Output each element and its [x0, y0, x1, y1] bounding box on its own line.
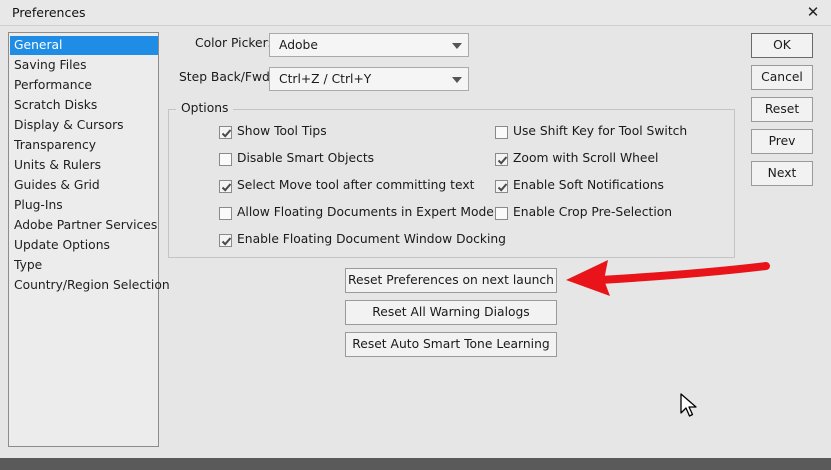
checkbox-label: Enable Crop Pre-Selection [513, 205, 673, 219]
reset-preferences-button[interactable]: Reset Preferences on next launch [345, 268, 557, 293]
sidebar-item-scratch-disks[interactable]: Scratch Disks [10, 96, 158, 115]
step-back-label: Step Back/Fwd: [179, 70, 274, 84]
preferences-dialog: Preferences ✕ General Saving Files Perfo… [0, 0, 831, 458]
mouse-pointer-icon [680, 393, 697, 417]
next-button[interactable]: Next [751, 161, 813, 186]
sidebar-item-transparency[interactable]: Transparency [10, 136, 158, 155]
category-list: General Saving Files Performance Scratch… [8, 32, 170, 447]
checkbox-box[interactable] [219, 234, 232, 247]
chevron-down-icon [452, 43, 462, 49]
chevron-down-icon [452, 77, 462, 83]
checkmark-icon [497, 156, 508, 165]
checkmark-icon [221, 237, 232, 246]
color-picker-label: Color Picker: [195, 36, 272, 50]
checkbox-label: Disable Smart Objects [237, 151, 375, 165]
checkbox-box[interactable] [219, 126, 232, 139]
checkbox-box[interactable] [495, 207, 508, 220]
color-picker-value: Adobe [279, 38, 318, 52]
checkbox-box[interactable] [219, 207, 232, 220]
checkbox-box[interactable] [219, 180, 232, 193]
checkbox-box[interactable] [219, 153, 232, 166]
checkbox-box[interactable] [495, 180, 508, 193]
cancel-button[interactable]: Cancel [751, 65, 813, 90]
sidebar-item-country-region[interactable]: Country/Region Selection [10, 276, 170, 295]
sidebar-item-performance[interactable]: Performance [10, 76, 158, 95]
close-icon[interactable]: ✕ [804, 3, 822, 21]
sidebar-item-display-cursors[interactable]: Display & Cursors [10, 116, 158, 135]
step-back-value: Ctrl+Z / Ctrl+Y [279, 72, 372, 86]
title-bar: Preferences ✕ [0, 0, 831, 26]
sidebar-item-update-options[interactable]: Update Options [10, 236, 158, 255]
checkbox-label: Use Shift Key for Tool Switch [513, 124, 688, 138]
checkbox-label: Show Tool Tips [237, 124, 327, 138]
checkmark-icon [497, 183, 508, 192]
sidebar-item-general[interactable]: General [10, 36, 158, 55]
checkbox-box[interactable] [495, 126, 508, 139]
checkbox-label: Enable Soft Notifications [513, 178, 664, 192]
checkmark-icon [221, 183, 232, 192]
ok-button[interactable]: OK [751, 33, 813, 58]
color-picker-select[interactable]: Adobe [269, 33, 469, 57]
sidebar-item-units-rulers[interactable]: Units & Rulers [10, 156, 158, 175]
red-arrow-annotation [566, 260, 770, 296]
reset-warning-dialogs-button[interactable]: Reset All Warning Dialogs [345, 300, 557, 325]
sidebar-item-guides-grid[interactable]: Guides & Grid [10, 176, 158, 195]
reset-smart-tone-button[interactable]: Reset Auto Smart Tone Learning [345, 332, 557, 357]
prev-button[interactable]: Prev [751, 129, 813, 154]
sidebar-item-saving-files[interactable]: Saving Files [10, 56, 158, 75]
window-title: Preferences [12, 5, 86, 20]
sidebar-item-type[interactable]: Type [10, 256, 158, 275]
sidebar-item-plug-ins[interactable]: Plug-Ins [10, 196, 158, 215]
checkmark-icon [221, 129, 232, 138]
step-back-select[interactable]: Ctrl+Z / Ctrl+Y [269, 67, 469, 91]
reset-button[interactable]: Reset [751, 97, 813, 122]
checkbox-label: Enable Floating Document Window Docking [237, 232, 506, 246]
checkbox-label: Allow Floating Documents in Expert Mode [237, 205, 494, 219]
sidebar-item-adobe-partner-services[interactable]: Adobe Partner Services [10, 216, 158, 235]
checkbox-label: Select Move tool after committing text [237, 178, 475, 192]
checkbox-box[interactable] [495, 153, 508, 166]
checkbox-label: Zoom with Scroll Wheel [513, 151, 659, 165]
options-legend: Options [176, 101, 234, 115]
